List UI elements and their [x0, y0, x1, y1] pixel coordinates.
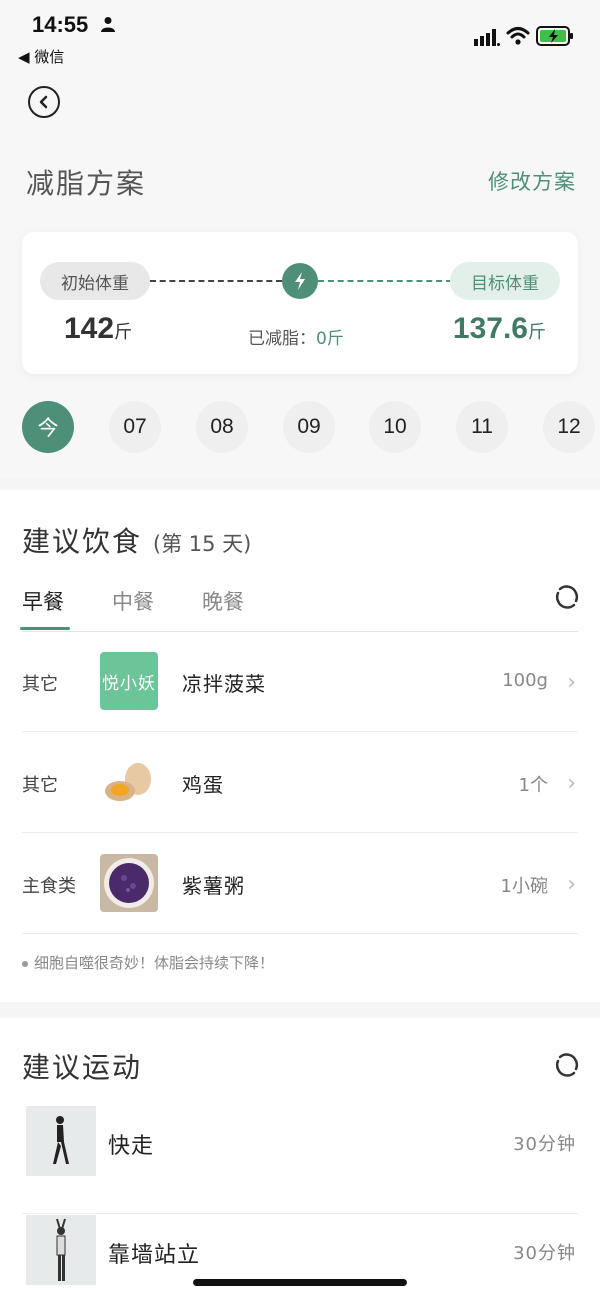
food-thumbnail-purple-porridge	[100, 854, 158, 912]
progress-dash-left	[150, 280, 282, 282]
tab-lunch[interactable]: 中餐	[112, 586, 154, 616]
exercise-section: 建议运动 快走 30分钟 靠墙站立 30分钟	[0, 1018, 600, 1299]
day-item[interactable]: 10	[369, 401, 421, 453]
day-item[interactable]: 07	[109, 401, 161, 453]
food-name: 鸡蛋	[182, 773, 224, 797]
refresh-icon[interactable]	[554, 1052, 580, 1078]
back-button[interactable]	[28, 86, 60, 118]
day-item[interactable]: 08	[196, 401, 248, 453]
food-quantity: 1个	[518, 775, 548, 796]
diet-tip: 细胞自噬很奇妙！体脂会持续下降！	[22, 952, 274, 973]
chevron-right-icon: ›	[567, 872, 576, 897]
exercise-thumbnail-walk	[26, 1106, 96, 1176]
tab-breakfast-label: 早餐	[22, 590, 64, 614]
day-selector: 今 07 08 09 10 11 12	[22, 401, 600, 453]
food-thumbnail-text: 悦小妖	[102, 673, 156, 694]
start-weight-label: 初始体重	[40, 262, 150, 300]
weight-card: 初始体重 目标体重 142斤 已减脂：0斤 137.6斤	[22, 232, 578, 374]
food-name: 凉拌菠菜	[182, 672, 266, 696]
back-to-wechat-link[interactable]: ◀ 微信	[18, 46, 64, 67]
diet-day-note: (第 15 天)	[152, 532, 252, 556]
food-thumbnail-egg	[100, 753, 158, 811]
start-weight-unit: 斤	[114, 322, 133, 342]
weight-lost-value: 0斤	[316, 329, 344, 349]
start-weight-value: 142斤	[64, 312, 132, 346]
exercise-name: 快走	[108, 1134, 155, 1159]
tab-active-underline	[20, 627, 70, 630]
status-time: 14:55	[32, 12, 89, 37]
exercise-duration: 30分钟	[513, 1243, 576, 1264]
meal-tabs: 早餐 中餐 晚餐	[20, 584, 580, 632]
day-item[interactable]: 11	[456, 401, 508, 453]
refresh-icon[interactable]	[554, 584, 580, 610]
tab-dinner[interactable]: 晚餐	[202, 586, 244, 616]
food-quantity: 100g	[502, 670, 548, 691]
exercise-name: 靠墙站立	[108, 1243, 201, 1268]
signal-icon	[474, 29, 500, 46]
porridge-bowl-icon	[104, 858, 154, 908]
battery-charging-icon	[536, 26, 573, 46]
food-row[interactable]: 主食类 紫薯粥 1小碗 ›	[22, 834, 578, 934]
food-category: 其它	[22, 674, 58, 695]
weight-lost-label: 已减脂：	[248, 329, 316, 349]
diet-tip-text: 细胞自噬很奇妙！体脂会持续下降！	[34, 954, 275, 972]
top-area: 14:55 ◀ 微信 减脂方案 修改方案 初始体重 目标体重 142斤 已减脂：…	[0, 0, 600, 478]
home-indicator[interactable]	[193, 1279, 407, 1286]
bolt-icon	[282, 263, 318, 299]
target-weight-unit: 斤	[528, 322, 546, 342]
edit-plan-button[interactable]: 修改方案	[488, 166, 576, 196]
page-title: 减脂方案	[26, 167, 147, 200]
diet-title: 建议饮食 (第 15 天)	[22, 520, 251, 560]
wifi-icon	[506, 27, 530, 45]
exercise-duration: 30分钟	[513, 1134, 576, 1155]
weight-lost: 已减脂：0斤	[248, 324, 344, 349]
exercise-thumbnail-wall-stand	[26, 1215, 96, 1285]
target-weight-number: 137.6	[452, 312, 528, 345]
chevron-right-icon: ›	[567, 670, 576, 695]
food-row[interactable]: 其它 悦小妖 凉拌菠菜 100g ›	[22, 632, 578, 732]
food-thumbnail-spinach: 悦小妖	[100, 652, 158, 710]
chevron-right-icon: ›	[567, 771, 576, 796]
food-category: 主食类	[22, 876, 76, 897]
chevron-left-icon	[39, 95, 48, 109]
food-row[interactable]: 其它 鸡蛋 1个 ›	[22, 733, 578, 833]
target-weight-label: 目标体重	[450, 262, 560, 300]
food-name: 紫薯粥	[182, 874, 245, 898]
food-category: 其它	[22, 775, 58, 796]
start-weight-number: 142	[64, 312, 115, 345]
exercise-row[interactable]: 靠墙站立 30分钟	[22, 1215, 578, 1299]
bullet-icon	[22, 960, 28, 967]
progress-dash-right	[318, 280, 452, 282]
tab-breakfast[interactable]: 早餐	[20, 586, 70, 630]
person-icon	[101, 17, 115, 32]
diet-section: 建议饮食 (第 15 天) 早餐 中餐 晚餐 其它 悦小妖 凉拌菠菜 100g …	[0, 490, 600, 1002]
diet-title-text: 建议饮食	[22, 525, 143, 558]
walking-person-icon	[26, 1106, 96, 1176]
exercise-row[interactable]: 快走 30分钟	[22, 1106, 578, 1214]
exercise-title: 建议运动	[22, 1051, 143, 1084]
day-item[interactable]: 12	[543, 401, 595, 453]
standing-person-icon	[26, 1215, 96, 1285]
food-quantity: 1小碗	[500, 876, 548, 897]
target-weight-value: 137.6斤	[453, 312, 546, 346]
day-today[interactable]: 今	[22, 401, 74, 453]
egg-icon	[105, 763, 151, 801]
day-item[interactable]: 09	[283, 401, 335, 453]
